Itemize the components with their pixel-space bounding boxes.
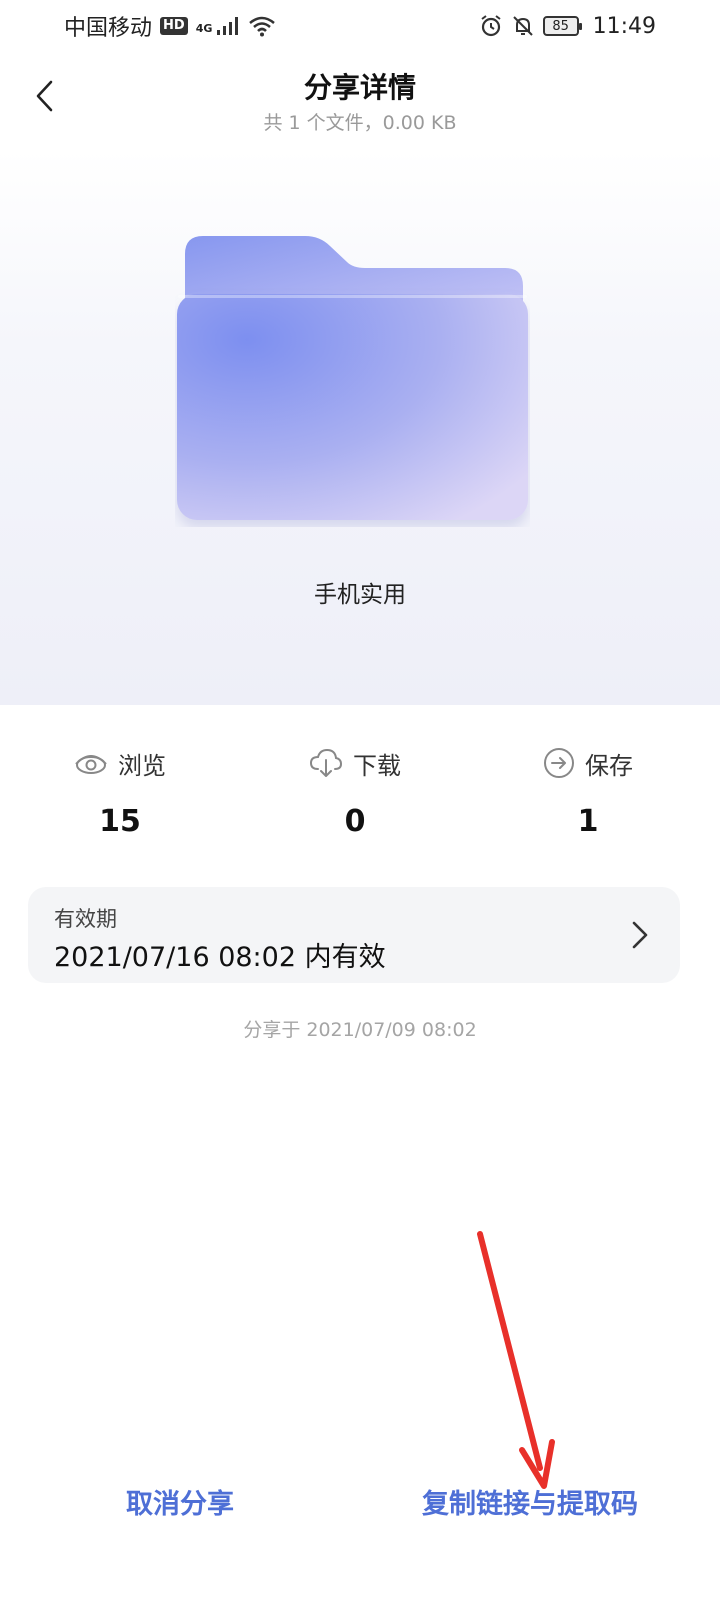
mute-bell-icon bbox=[512, 16, 533, 36]
chevron-right-icon bbox=[632, 921, 648, 949]
validity-label: 有效期 bbox=[54, 907, 117, 931]
annotation-arrow-icon bbox=[477, 1231, 555, 1489]
shared-timestamp: 分享于 2021/07/09 08:02 bbox=[243, 1019, 477, 1041]
file-name: 手机实用 bbox=[314, 582, 406, 608]
stat-views-label-row: 浏览 bbox=[20, 740, 220, 786]
status-right: 85 11:49 bbox=[479, 14, 656, 39]
folder-thumbnail[interactable] bbox=[175, 232, 530, 527]
status-time: 11:49 bbox=[592, 13, 656, 39]
validity-value: 2021/07/16 08:02 内有效 bbox=[54, 942, 386, 973]
wifi-icon bbox=[249, 16, 276, 37]
file-summary: 共 1 个文件，0.00 KB bbox=[263, 112, 457, 134]
stat-downloads-label: 下载 bbox=[353, 751, 401, 780]
stat-saves-value: 1 bbox=[577, 804, 599, 839]
stat-saves-label-row: 保存 bbox=[488, 740, 688, 786]
stat-downloads: 下载 0 bbox=[255, 740, 455, 839]
cancel-share-button[interactable]: 取消分享 bbox=[100, 1470, 260, 1540]
eye-icon bbox=[75, 755, 107, 774]
status-bar: 中国移动 HD 4G 85 11:49 bbox=[0, 0, 720, 52]
share-details-screen: 中国移动 HD 4G 85 11:49 分享详情 共 1 个文件，0.00 KB… bbox=[0, 0, 720, 1600]
stat-views-value: 15 bbox=[99, 804, 141, 839]
stat-views: 浏览 15 bbox=[20, 740, 220, 839]
stat-downloads-value: 0 bbox=[344, 804, 366, 839]
stat-views-label: 浏览 bbox=[118, 751, 166, 780]
folder-icon bbox=[177, 236, 528, 520]
carrier-name: 中国移动 bbox=[64, 16, 153, 41]
validity-period-row[interactable]: 有效期 2021/07/16 08:02 内有效 bbox=[28, 887, 680, 983]
status-left: 中国移动 HD 4G bbox=[64, 10, 276, 42]
file-preview: 手机实用 bbox=[0, 150, 720, 705]
save-arrow-icon bbox=[544, 748, 574, 778]
network-type: 4G bbox=[195, 22, 213, 35]
header: 分享详情 共 1 个文件，0.00 KB bbox=[0, 58, 720, 148]
hd-badge: HD bbox=[160, 17, 188, 35]
stat-saves: 保存 1 bbox=[488, 740, 688, 839]
share-stats: 浏览 15 下载 0 保存 1 bbox=[0, 740, 720, 860]
cloud-download-icon bbox=[309, 748, 343, 777]
stat-downloads-label-row: 下载 bbox=[255, 740, 455, 786]
alarm-icon bbox=[480, 15, 501, 37]
stat-saves-label: 保存 bbox=[585, 751, 633, 780]
signal-icon bbox=[217, 17, 239, 35]
battery-indicator: 85 bbox=[542, 16, 582, 36]
page-title: 分享详情 bbox=[303, 71, 416, 104]
bottom-actions: 取消分享 复制链接与提取码 bbox=[0, 1470, 720, 1550]
